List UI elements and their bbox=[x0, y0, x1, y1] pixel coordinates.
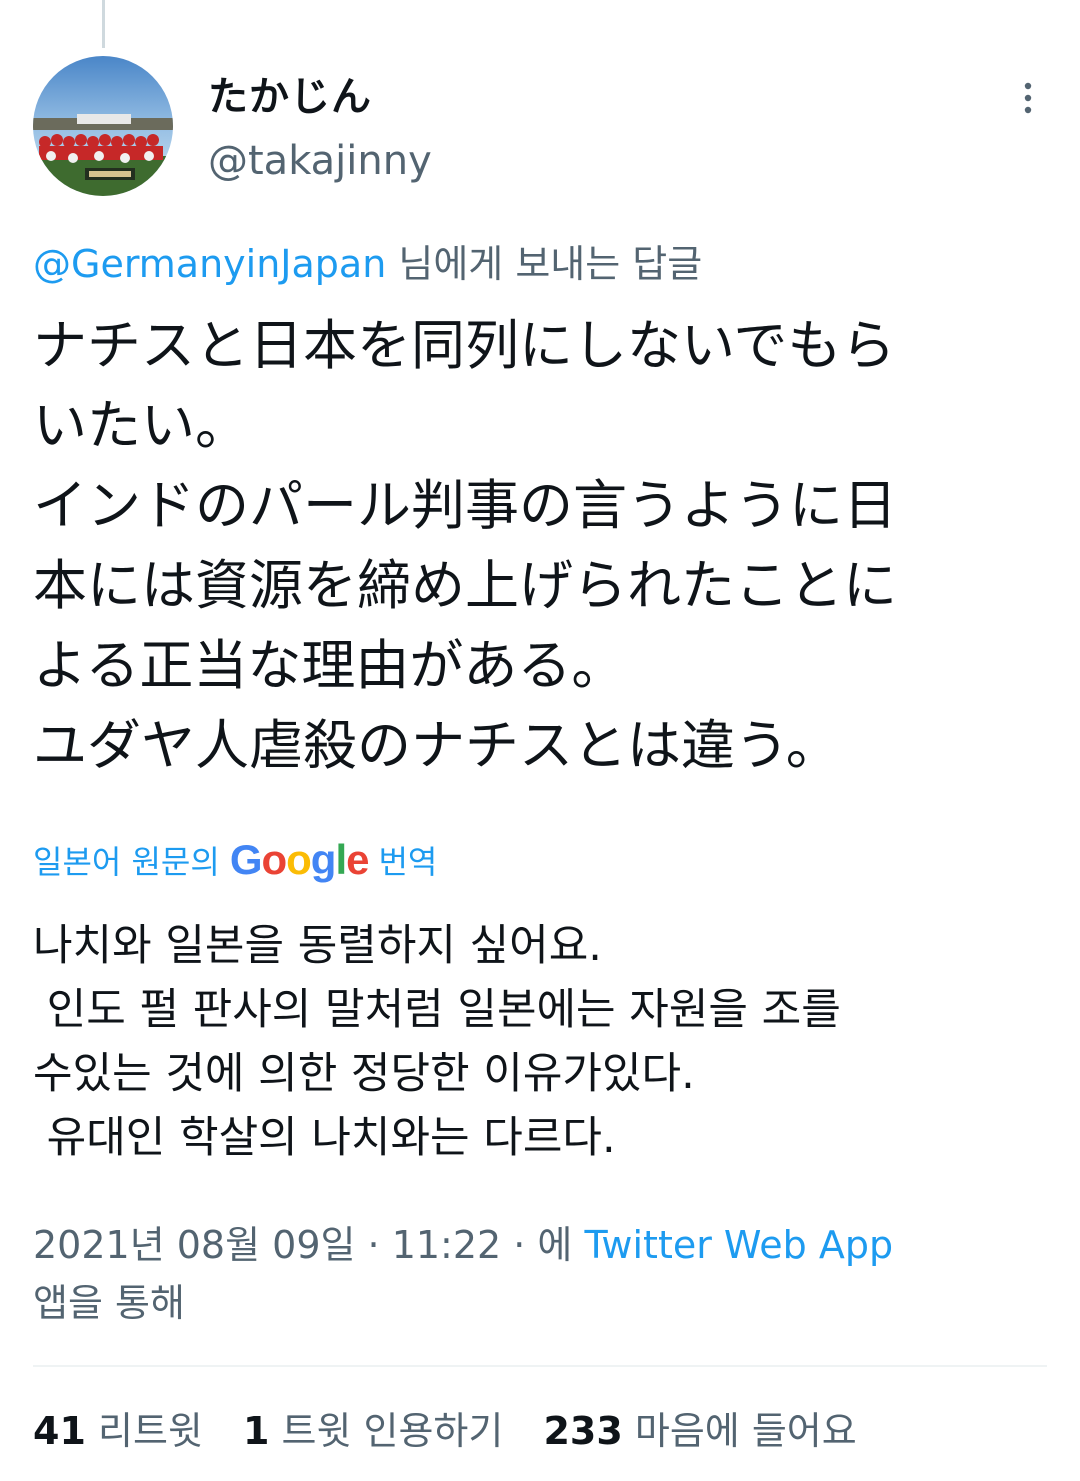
tweet-text-line: よる正当な理由がある。 bbox=[33, 634, 626, 697]
translation-attribution[interactable]: 일본어 원문의 Google 번역 bbox=[33, 836, 437, 884]
translated-text-line: 수있는 것에 의한 정당한 이유가있다. bbox=[33, 1049, 695, 1099]
likes-label: 마음에 들어요 bbox=[634, 1409, 857, 1453]
tweet-timestamp[interactable]: 2021년 08월 09일 · 11:22 · 에 bbox=[33, 1223, 584, 1267]
tweet-text-line: 本には資源を締め上げられたことに bbox=[33, 554, 897, 617]
quotes-count: 1 bbox=[242, 1409, 270, 1453]
translated-text-line: 나치와 일본을 동렬하지 싶어요. bbox=[33, 921, 602, 971]
quotes-label: 트윗 인용하기 bbox=[281, 1409, 504, 1453]
tweet-source-suffix: 앱을 통해 bbox=[33, 1281, 185, 1325]
translated-text-line: 유대인 학살의 나치와는 다르다. bbox=[33, 1113, 616, 1163]
translated-text: 나치와 일본을 동렬하지 싶어요. 인도 펄 판사의 말처럼 일본에는 자원을 … bbox=[33, 914, 1053, 1170]
tweet-metadata: 2021년 08월 09일 · 11:22 · 에 Twitter Web Ap… bbox=[33, 1216, 1033, 1332]
tweet-source-link[interactable]: Twitter Web App bbox=[584, 1223, 893, 1267]
tweet-text-line: いたい。 bbox=[33, 394, 249, 457]
google-logo: Google bbox=[229, 836, 370, 883]
likes-count: 233 bbox=[543, 1409, 623, 1453]
tweet-text: ナチスと日本を同列にしないでもら いたい。 インドのパール判事の言うように日 本… bbox=[33, 306, 1053, 786]
retweets-stat[interactable]: 41 리트윗 bbox=[33, 1409, 203, 1453]
avatar-photo bbox=[33, 56, 173, 196]
more-vertical-icon[interactable] bbox=[1008, 78, 1048, 118]
user-handle[interactable]: @takajinny bbox=[208, 138, 432, 184]
retweets-count: 41 bbox=[33, 1409, 86, 1453]
display-name[interactable]: たかじん bbox=[208, 64, 372, 122]
reply-context: @GermanyinJapan 님에게 보내는 답글 bbox=[33, 233, 702, 288]
divider bbox=[33, 1365, 1047, 1367]
tweet-text-line: ナチスと日本を同列にしないでもら bbox=[33, 314, 896, 377]
quotes-stat[interactable]: 1 트윗 인용하기 bbox=[243, 1409, 503, 1453]
avatar[interactable] bbox=[33, 56, 173, 196]
translation-suffix: 번역 bbox=[378, 843, 438, 881]
likes-stat[interactable]: 233 마음에 들어요 bbox=[543, 1409, 856, 1453]
tweet-text-line: ユダヤ人虐殺のナチスとは違う。 bbox=[33, 714, 840, 777]
reply-context-suffix: 님에게 보내는 답글 bbox=[386, 242, 703, 286]
tweet-text-line: インドのパール判事の言うように日 bbox=[33, 474, 897, 537]
engagement-stats: 41 리트윗 1 트윗 인용하기 233 마음에 들어요 bbox=[33, 1400, 885, 1455]
translated-text-line: 인도 펄 판사의 말처럼 일본에는 자원을 조를 bbox=[33, 985, 841, 1035]
retweets-label: 리트윗 bbox=[97, 1409, 203, 1453]
thread-connector-line bbox=[102, 0, 105, 48]
translation-prefix: 일본어 원문의 bbox=[33, 843, 220, 881]
reply-mention-link[interactable]: @GermanyinJapan bbox=[33, 242, 386, 286]
